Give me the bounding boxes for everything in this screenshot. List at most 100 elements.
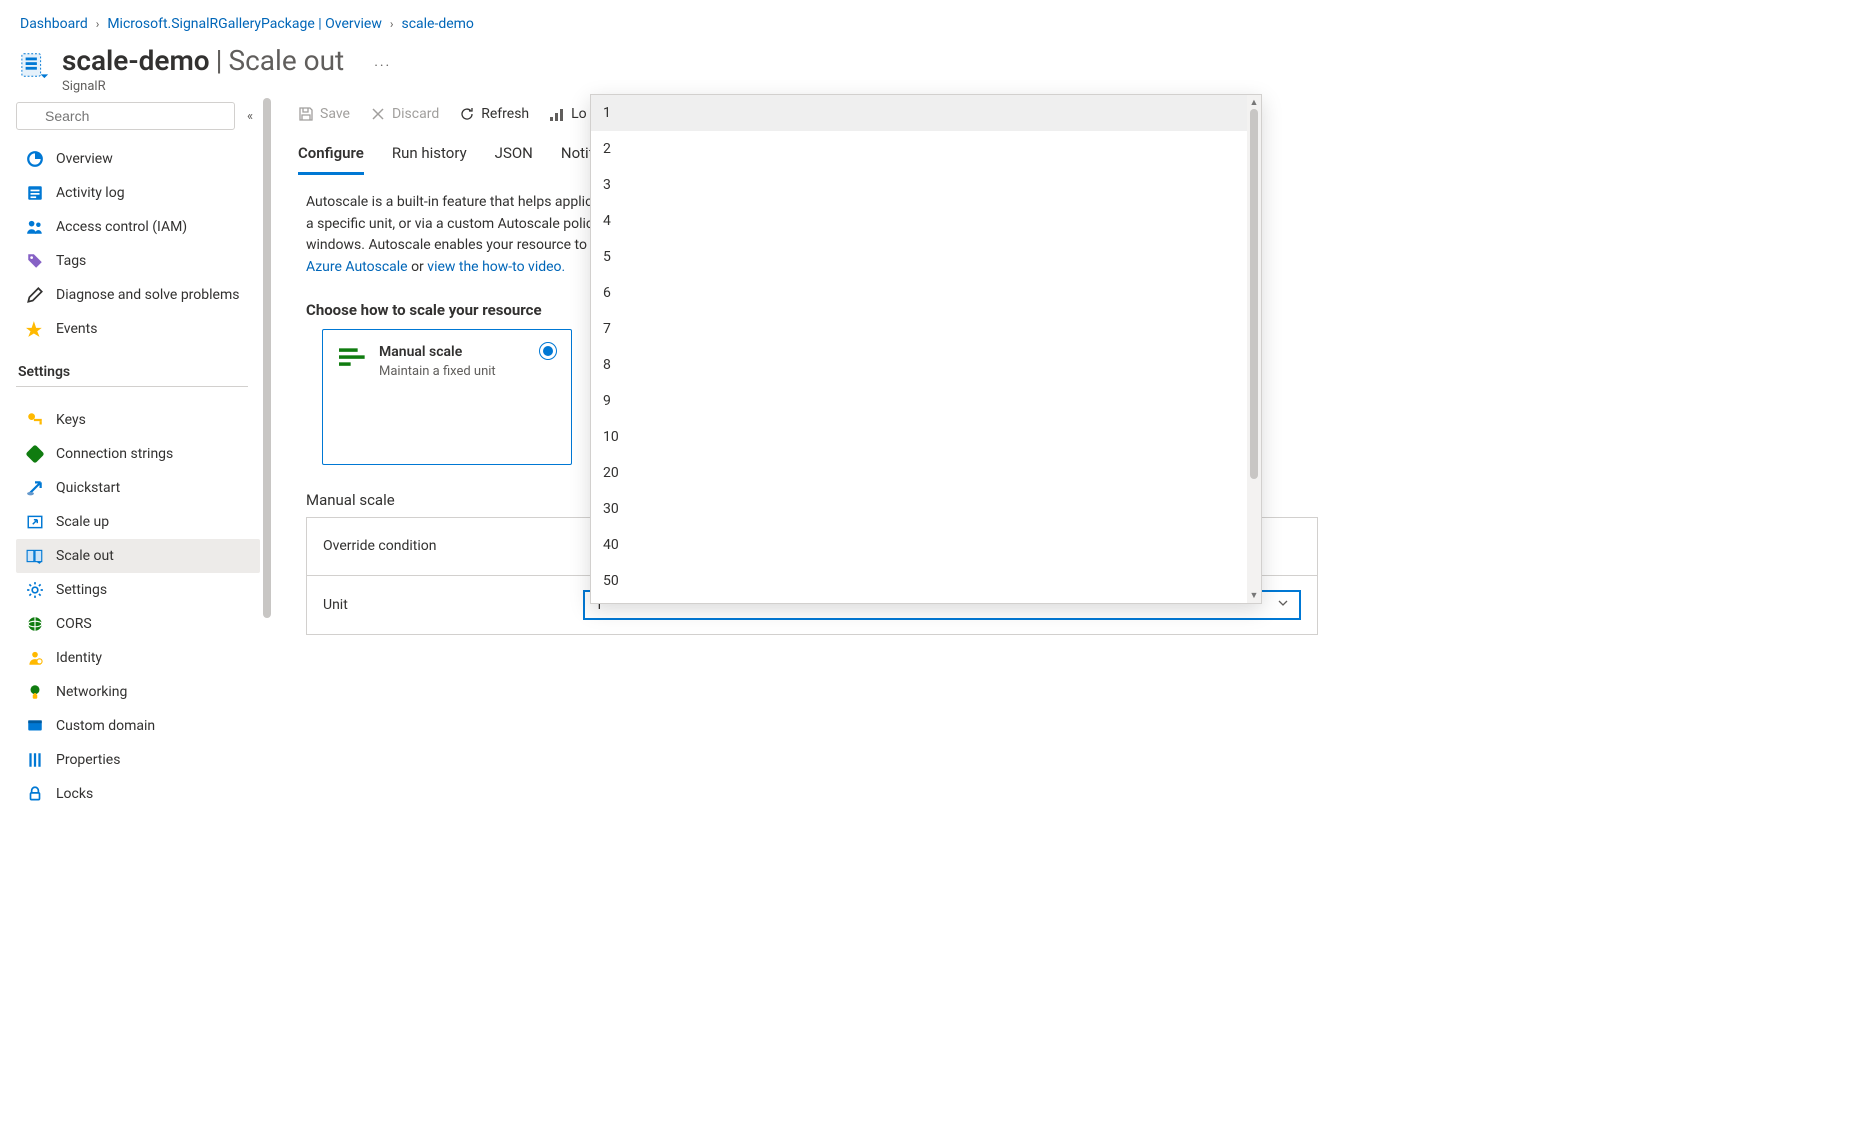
unit-option[interactable]: 20 <box>591 455 1247 491</box>
sidebar-item-identity[interactable]: Identity <box>16 641 260 675</box>
sidebar-item-iam[interactable]: Access control (IAM) <box>16 210 260 244</box>
network-icon <box>26 683 44 701</box>
unit-dropdown-listbox[interactable]: 1234567891020304050 ▲ ▼ <box>590 94 1262 604</box>
sidebar-item-label: Quickstart <box>56 480 120 496</box>
page-title-separator: | <box>216 44 223 77</box>
sidebar-section-settings: Settings <box>16 346 248 387</box>
sidebar-item-label: Tags <box>56 253 86 269</box>
sidebar-item-quick[interactable]: Quickstart <box>16 471 260 505</box>
scaleup-icon <box>26 513 44 531</box>
sidebar-item-label: Keys <box>56 412 86 428</box>
sidebar-item-props[interactable]: Properties <box>16 743 260 777</box>
breadcrumb: Dashboard › Microsoft.SignalRGalleryPack… <box>0 0 1867 36</box>
scroll-down-arrow-icon[interactable]: ▼ <box>1250 588 1259 603</box>
sidebar-item-keys[interactable]: Keys <box>16 403 260 437</box>
activity-icon <box>26 184 44 202</box>
override-condition-label: Override condition <box>323 538 583 554</box>
domain-icon <box>26 717 44 735</box>
sidebar-item-label: Properties <box>56 752 120 768</box>
sidebar-item-label: Locks <box>56 786 93 802</box>
sidebar-item-domain[interactable]: Custom domain <box>16 709 260 743</box>
sidebar-item-label: Activity log <box>56 185 125 201</box>
sidebar-item-cors[interactable]: CORS <box>16 607 260 641</box>
more-actions-button[interactable]: ··· <box>374 58 391 74</box>
sidebar-item-label: Networking <box>56 684 127 700</box>
logs-button[interactable]: Lo <box>549 106 587 122</box>
unit-option[interactable]: 7 <box>591 311 1247 347</box>
save-button[interactable]: Save <box>298 106 350 122</box>
manual-scale-radio[interactable] <box>539 342 557 360</box>
unit-option[interactable]: 2 <box>591 131 1247 167</box>
sidebar-item-label: Scale up <box>56 514 109 530</box>
locks-icon <box>26 785 44 803</box>
sidebar-item-scaleout[interactable]: Scale out <box>16 539 260 573</box>
resource-type-subtitle: SignalR <box>62 79 391 94</box>
logs-icon <box>549 106 565 122</box>
page-title-resource: scale-demo <box>62 44 210 77</box>
tab-json[interactable]: JSON <box>495 144 533 175</box>
manual-scale-card[interactable]: Manual scale Maintain a fixed unit <box>322 329 572 465</box>
manual-scale-title: Manual scale <box>379 344 496 360</box>
sidebar-item-label: Settings <box>56 582 107 598</box>
sidebar-item-label: Custom domain <box>56 718 155 734</box>
unit-option[interactable]: 9 <box>591 383 1247 419</box>
diagnose-icon <box>26 286 44 304</box>
unit-option[interactable]: 6 <box>591 275 1247 311</box>
sidebar-item-label: Diagnose and solve problems <box>56 287 239 303</box>
sidebar-item-locks[interactable]: Locks <box>16 777 260 811</box>
sidebar-item-settings[interactable]: Settings <box>16 573 260 607</box>
unit-option[interactable]: 1 <box>591 95 1247 131</box>
sidebar-item-label: Scale out <box>56 548 114 564</box>
sidebar-item-overview[interactable]: Overview <box>16 142 260 176</box>
unit-option[interactable]: 10 <box>591 419 1247 455</box>
discard-button[interactable]: Discard <box>370 106 439 122</box>
chevron-down-icon <box>1277 597 1289 613</box>
unit-label: Unit <box>323 597 583 613</box>
sidebar-item-label: Connection strings <box>56 446 173 462</box>
save-icon <box>298 106 314 122</box>
scroll-up-arrow-icon[interactable]: ▲ <box>1250 95 1259 110</box>
breadcrumb-dashboard[interactable]: Dashboard <box>20 16 88 32</box>
sidebar-item-label: Identity <box>56 650 102 666</box>
quick-icon <box>26 479 44 497</box>
sidebar-item-events[interactable]: Events <box>16 312 260 346</box>
scaleout-icon <box>26 547 44 565</box>
sidebar-item-activity[interactable]: Activity log <box>16 176 260 210</box>
manual-scale-icon <box>339 346 367 450</box>
tab-runhistory[interactable]: Run history <box>392 144 467 175</box>
dropdown-scrollbar[interactable]: ▲ ▼ <box>1247 95 1261 603</box>
sidebar: « Overview Activity log Access control (IA… <box>0 94 260 1128</box>
sidebar-item-connstr[interactable]: Connection strings <box>16 437 260 471</box>
breadcrumb-package[interactable]: Microsoft.SignalRGalleryPackage | Overvi… <box>107 16 382 32</box>
identity-icon <box>26 649 44 667</box>
tags-icon <box>26 252 44 270</box>
overview-icon <box>26 150 44 168</box>
iam-icon <box>26 218 44 236</box>
collapse-sidebar-button[interactable]: « <box>243 105 257 128</box>
sidebar-item-label: Access control (IAM) <box>56 219 187 235</box>
unit-option[interactable]: 5 <box>591 239 1247 275</box>
unit-option[interactable]: 40 <box>591 527 1247 563</box>
sidebar-item-diagnose[interactable]: Diagnose and solve problems <box>16 278 260 312</box>
cors-icon <box>26 615 44 633</box>
unit-option[interactable]: 50 <box>591 563 1247 599</box>
unit-option[interactable]: 4 <box>591 203 1247 239</box>
chevron-right-icon: › <box>96 17 100 31</box>
refresh-button[interactable]: Refresh <box>459 106 529 122</box>
page-title-blade: Scale out <box>229 44 345 77</box>
unit-option[interactable]: 30 <box>591 491 1247 527</box>
unit-option[interactable]: 8 <box>591 347 1247 383</box>
sidebar-scrollbar[interactable] <box>260 94 274 1128</box>
breadcrumb-resource[interactable]: scale-demo <box>401 16 473 32</box>
unit-option[interactable]: 3 <box>591 167 1247 203</box>
sidebar-item-tags[interactable]: Tags <box>16 244 260 278</box>
sidebar-item-network[interactable]: Networking <box>16 675 260 709</box>
search-input[interactable] <box>16 102 235 130</box>
connstr-icon <box>26 445 44 463</box>
sidebar-item-scaleup[interactable]: Scale up <box>16 505 260 539</box>
keys-icon <box>26 411 44 429</box>
main-content: Save Discard Refresh Lo Configure Run his… <box>274 94 1867 1128</box>
tab-configure[interactable]: Configure <box>298 144 364 175</box>
manual-scale-subtitle: Maintain a fixed unit <box>379 364 496 379</box>
howto-video-link[interactable]: view the how-to video. <box>427 259 565 275</box>
